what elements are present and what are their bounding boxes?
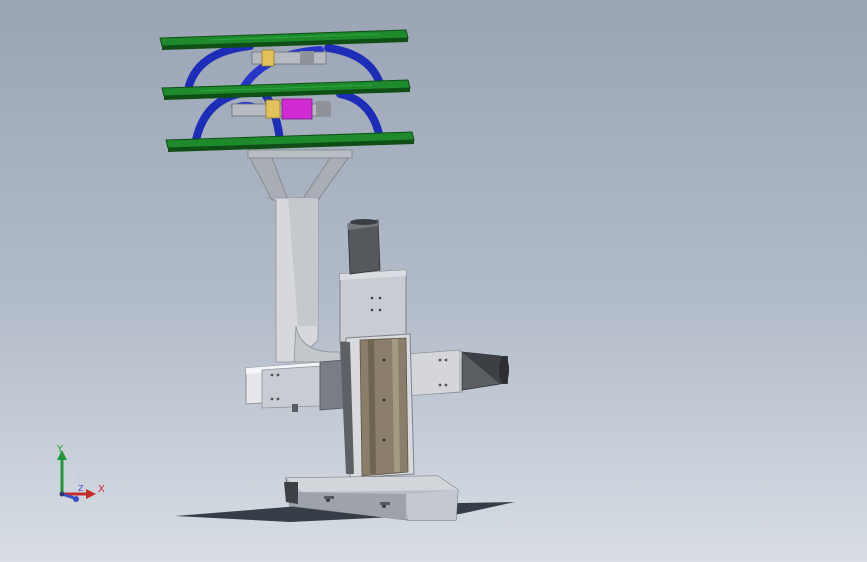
z-axis-label: Z bbox=[78, 484, 84, 493]
horizontal-stage-motor[interactable] bbox=[461, 351, 509, 391]
pcb-board-bottom[interactable] bbox=[165, 131, 415, 152]
support-column[interactable] bbox=[247, 149, 353, 363]
x-axis-label: X bbox=[98, 484, 105, 495]
pcb-board-top[interactable] bbox=[159, 29, 409, 50]
vertical-stage-motor[interactable] bbox=[347, 219, 381, 275]
top-actuator[interactable] bbox=[251, 49, 327, 67]
robot-model-3d[interactable] bbox=[0, 0, 867, 562]
vertical-linear-stage[interactable] bbox=[339, 269, 415, 479]
pcb-board-middle[interactable] bbox=[161, 79, 411, 100]
y-axis-label: Y bbox=[57, 444, 64, 455]
graphics-viewport[interactable]: Y Z X bbox=[0, 0, 867, 562]
coordinate-triad: Y Z X bbox=[48, 438, 118, 510]
